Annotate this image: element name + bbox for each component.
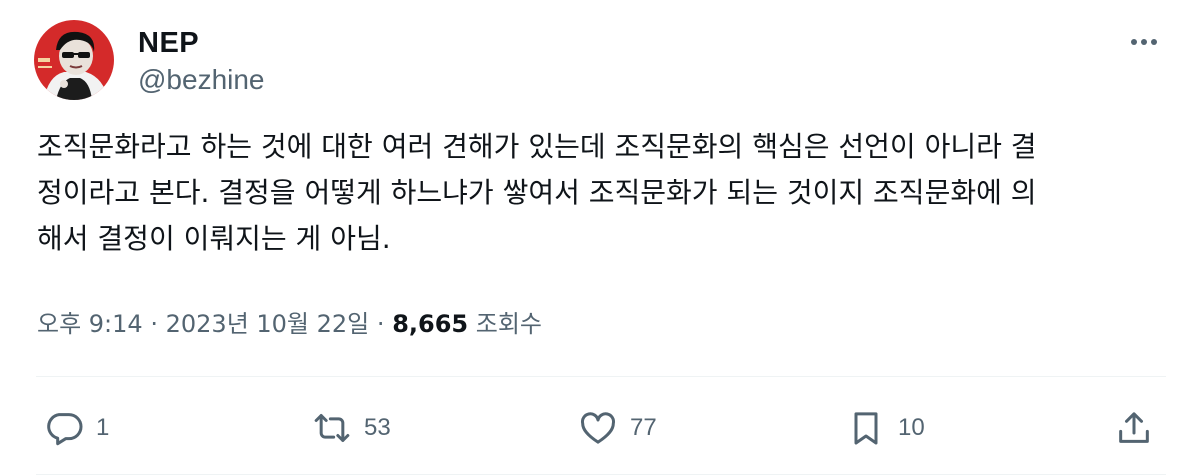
tweet-meta: 오후 9:14 · 2023년 10월 22일 · 8,665 조회수: [37, 304, 542, 344]
reply-icon: [44, 408, 84, 448]
meta-separator: ·: [376, 310, 385, 338]
divider: [36, 376, 1166, 377]
tweet-date[interactable]: 2023년 10월 22일: [166, 310, 370, 338]
repost-count: 53: [364, 414, 391, 441]
reply-button[interactable]: 1: [44, 400, 109, 456]
like-button[interactable]: 77: [578, 400, 657, 456]
views-count: 8,665: [392, 310, 469, 338]
author-name[interactable]: NEP: [138, 26, 199, 60]
more-icon: [1131, 39, 1157, 45]
repost-icon: [312, 408, 352, 448]
author-handle[interactable]: @bezhine: [138, 63, 265, 97]
repost-button[interactable]: 53: [312, 400, 391, 456]
bookmark-count: 10: [898, 414, 925, 441]
reply-count: 1: [96, 414, 110, 441]
tweet-text: 조직문화라고 하는 것에 대한 여러 견해가 있는데 조직문화의 핵심은 선언이…: [37, 130, 1037, 255]
heart-icon: [578, 408, 618, 448]
tweet-time[interactable]: 오후 9:14: [37, 310, 143, 338]
divider: [36, 474, 1166, 475]
like-count: 77: [630, 414, 657, 441]
share-icon: [1114, 408, 1154, 448]
author-avatar[interactable]: [34, 20, 114, 100]
share-button[interactable]: [1114, 400, 1154, 456]
views-label: 조회수: [475, 310, 542, 338]
bookmark-button[interactable]: 10: [846, 400, 925, 456]
more-options-button[interactable]: [1124, 24, 1164, 60]
avatar-portrait-icon: [34, 20, 114, 100]
tweet-card: NEP @bezhine 조직문화라고 하는 것에 대한 여러 견해가 있는데 …: [0, 0, 1184, 476]
meta-separator: ·: [150, 310, 158, 338]
bookmark-icon: [846, 408, 886, 448]
